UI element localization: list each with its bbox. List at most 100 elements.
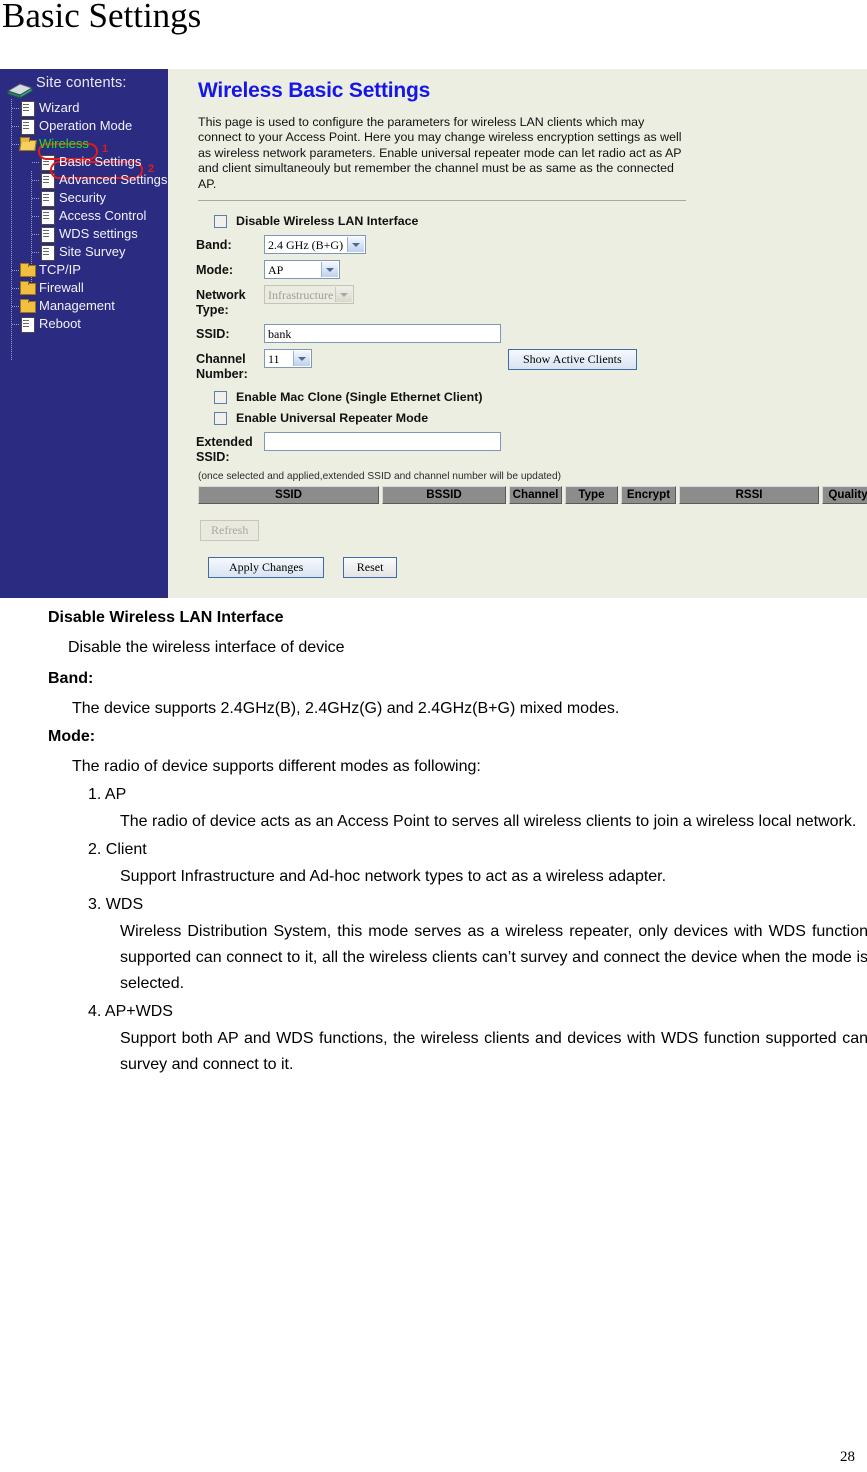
extended-ssid-input[interactable] — [264, 432, 501, 452]
mode-select[interactable]: AP — [264, 260, 340, 280]
reset-button[interactable]: Reset — [342, 557, 398, 579]
sidebar-item-label: Basic Settings — [59, 154, 142, 169]
page-icon — [20, 317, 35, 333]
sidebar-item-operation-mode[interactable]: Operation Mode — [0, 117, 168, 135]
term-mode: Mode: — [48, 728, 96, 745]
client-table-header: SSID BSSID Channel Type Encrypt RSSI Qua… — [198, 486, 867, 505]
disable-wlan-checkbox[interactable] — [214, 214, 227, 228]
term-disable-wlan: Disable Wireless LAN Interface — [48, 609, 284, 626]
page-icon — [40, 245, 55, 261]
ssid-input[interactable]: bank — [264, 324, 501, 344]
sidebar-item-firewall[interactable]: Firewall — [0, 279, 168, 297]
show-active-clients-button[interactable]: Show Active Clients — [508, 349, 637, 371]
extended-ssid-hint: (once selected and applied,extended SSID… — [198, 471, 562, 483]
sidebar-item-wds-settings[interactable]: WDS settings — [0, 225, 168, 243]
sidebar-item-label: Security — [59, 190, 106, 205]
page-title: Basic Settings — [2, 0, 202, 35]
desc-disable-wlan: Disable the wireless interface of device — [68, 639, 345, 656]
ssid-row: SSID: bank — [196, 324, 867, 344]
sidebar-item-site-survey[interactable]: Site Survey — [0, 243, 168, 261]
network-type-value: Infrastructure — [268, 288, 334, 303]
mac-clone-label: Enable Mac Clone (Single Ethernet Client… — [236, 390, 483, 405]
mode-item-title: 3. WDS — [88, 896, 144, 913]
config-panel: Wireless Basic Settings This page is use… — [172, 69, 867, 598]
extended-ssid-row: Extended SSID: — [196, 432, 867, 465]
sidebar-item-access-control[interactable]: Access Control — [0, 207, 168, 225]
ssid-label: SSID: — [196, 327, 230, 342]
mac-clone-checkbox[interactable] — [214, 390, 227, 404]
divider — [198, 200, 686, 202]
page-icon — [20, 101, 35, 117]
column-header-quality: Quality — [822, 486, 867, 505]
mode-label: Mode: — [196, 263, 234, 278]
router-ui-screenshot: Site contents: Wizard Operation Mode Wir… — [0, 69, 867, 598]
column-header-ssid: SSID — [198, 486, 379, 505]
chevron-down-icon[interactable] — [293, 351, 310, 367]
mode-item-body: Support Infrastructure and Ad-hoc networ… — [120, 868, 667, 885]
network-type-row: Network Type: Infrastructure — [196, 285, 867, 318]
sidebar-item-security[interactable]: Security — [0, 189, 168, 207]
disable-wlan-label: Disable Wireless LAN Interface — [236, 214, 419, 229]
mode-row: Mode: AP — [196, 260, 867, 280]
sidebar-item-wireless[interactable]: Wireless — [0, 135, 168, 153]
mode-item-body: The radio of device acts as an Access Po… — [120, 813, 857, 830]
channel-number-row: Channel Number: 11 Show Active Clients — [196, 349, 867, 382]
folder-open-icon — [20, 137, 35, 151]
page-number: 28 — [840, 1449, 855, 1465]
sidebar-item-label: WDS settings — [59, 226, 138, 241]
band-select[interactable]: 2.4 GHz (B+G) — [264, 235, 367, 255]
sidebar-item-tcp-ip[interactable]: TCP/IP — [0, 261, 168, 279]
sidebar-item-label: Reboot — [39, 316, 81, 331]
sidebar-item-label: Access Control — [59, 208, 147, 223]
page-icon — [20, 119, 35, 135]
network-type-select: Infrastructure — [264, 285, 354, 305]
folder-icon — [20, 263, 36, 277]
column-header-bssid: BSSID — [382, 486, 506, 505]
channel-number-select[interactable]: 11 — [264, 349, 312, 369]
sidebar-item-label: Management — [39, 298, 115, 313]
band-value: 2.4 GHz (B+G) — [268, 238, 344, 253]
channel-number-value: 11 — [268, 352, 280, 367]
universal-repeater-label: Enable Universal Repeater Mode — [236, 411, 429, 426]
mode-item-title: 4. AP+WDS — [88, 1003, 173, 1020]
sidebar: Site contents: Wizard Operation Mode Wir… — [0, 69, 168, 598]
chevron-down-icon[interactable] — [347, 237, 365, 253]
column-header-rssi: RSSI — [679, 486, 819, 505]
panel-title: Wireless Basic Settings — [198, 79, 431, 102]
sidebar-item-wizard[interactable]: Wizard — [0, 99, 168, 117]
chevron-down-icon[interactable] — [321, 262, 338, 278]
universal-repeater-checkbox[interactable] — [214, 411, 227, 425]
desc-band: The device supports 2.4GHz(B), 2.4GHz(G)… — [72, 700, 620, 717]
mode-item-body: Wireless Distribution System, this mode … — [120, 923, 867, 992]
folder-icon — [20, 299, 36, 313]
mode-item-title: 1. AP — [88, 786, 127, 803]
mac-clone-row[interactable]: Enable Mac Clone (Single Ethernet Client… — [214, 390, 867, 404]
network-type-label: Network Type: — [196, 288, 246, 318]
band-row: Band: 2.4 GHz (B+G) — [196, 235, 867, 255]
annotation-label-1: 1 — [102, 143, 109, 155]
sidebar-tree: Wizard Operation Mode Wireless Basic Set… — [0, 99, 168, 361]
sidebar-item-advanced-settings[interactable]: Advanced Settings — [0, 171, 168, 189]
sidebar-item-label: Operation Mode — [39, 118, 133, 133]
sidebar-item-reboot[interactable]: Reboot — [0, 315, 168, 333]
desc-mode: The radio of device supports different m… — [72, 758, 481, 775]
sidebar-item-label: Firewall — [39, 280, 84, 295]
page-icon — [40, 209, 55, 225]
band-label: Band: — [196, 238, 232, 253]
term-band: Band: — [48, 670, 94, 687]
refresh-button: Refresh — [200, 520, 260, 542]
annotation-label-2: 2 — [148, 163, 155, 175]
chevron-down-icon — [335, 287, 352, 303]
sidebar-item-label: TCP/IP — [39, 262, 81, 277]
book-icon — [6, 79, 34, 99]
panel-description: This page is used to configure the param… — [198, 115, 682, 191]
column-header-type: Type — [565, 486, 618, 505]
channel-number-label: Channel Number: — [196, 352, 248, 382]
sidebar-item-label: Site Survey — [59, 244, 126, 259]
universal-repeater-row[interactable]: Enable Universal Repeater Mode — [214, 411, 867, 425]
column-header-encrypt: Encrypt — [621, 486, 676, 505]
disable-wlan-row[interactable]: Disable Wireless LAN Interface — [214, 214, 867, 228]
apply-changes-button[interactable]: Apply Changes — [208, 557, 325, 579]
sidebar-item-management[interactable]: Management — [0, 297, 168, 315]
page-icon — [40, 191, 55, 207]
